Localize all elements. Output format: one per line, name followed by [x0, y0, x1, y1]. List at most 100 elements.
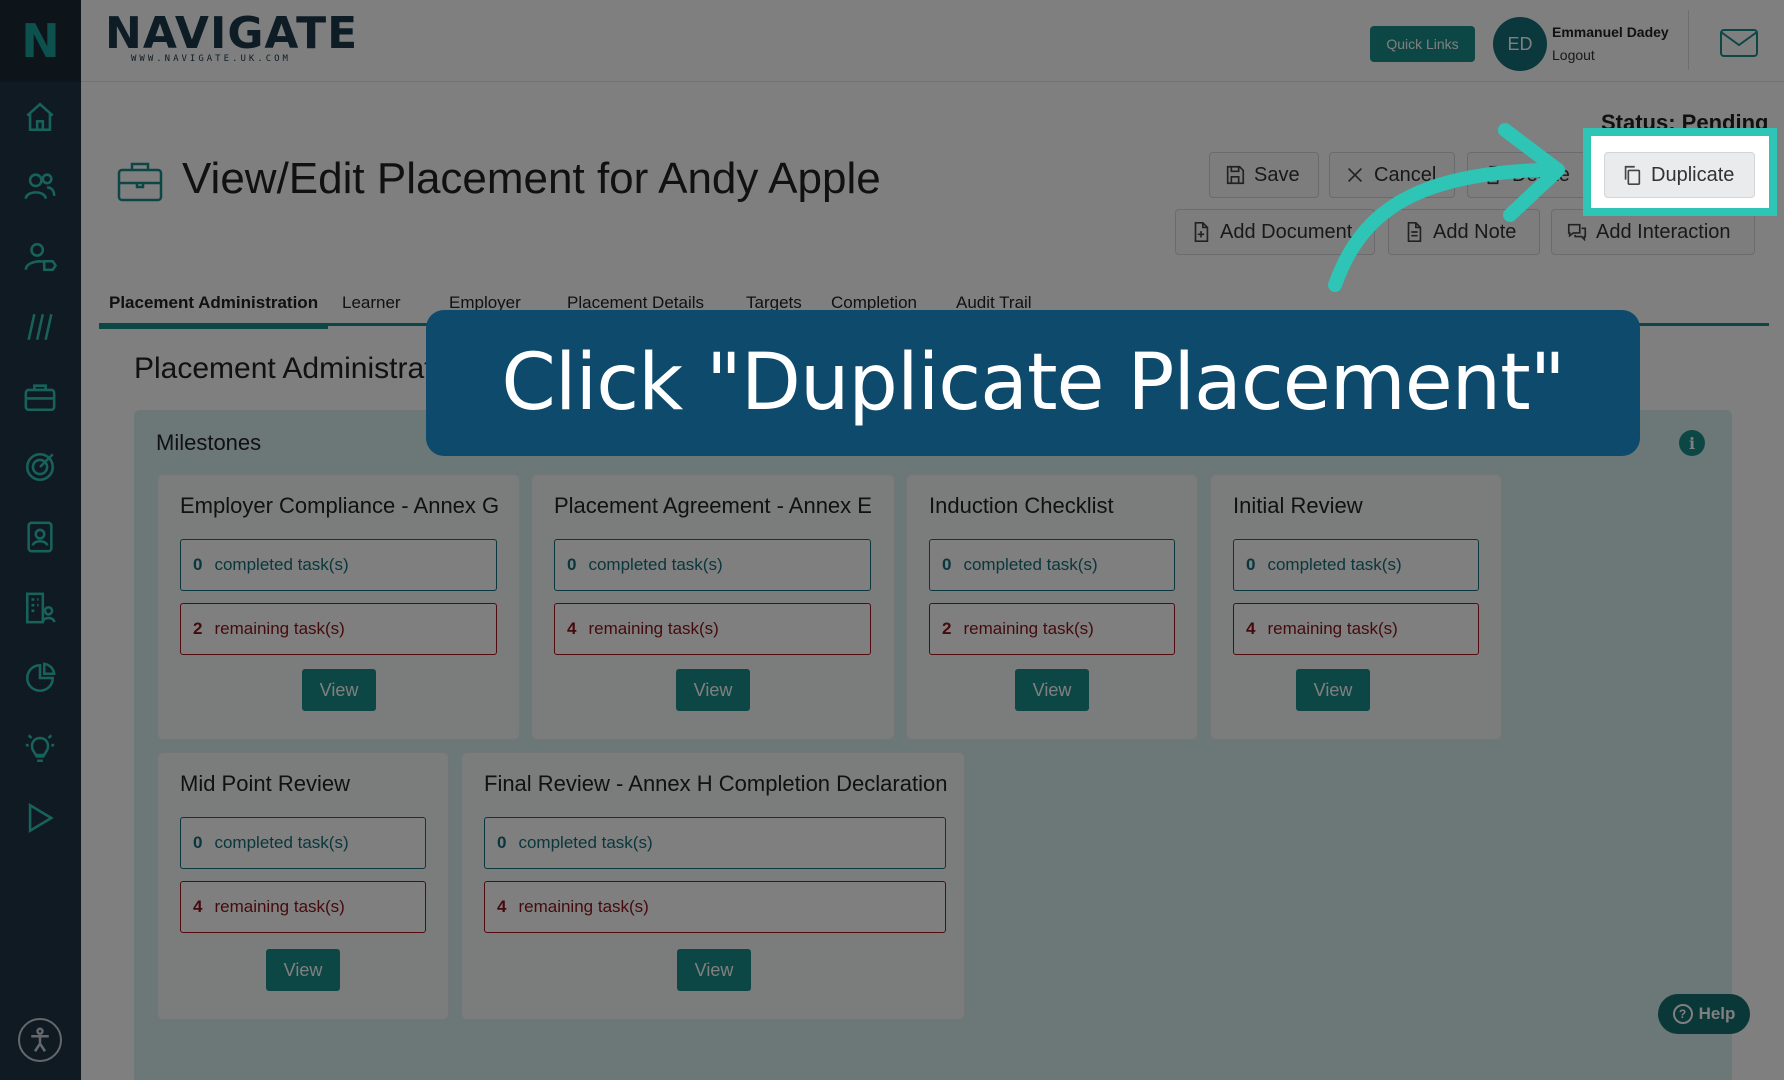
remaining-tasks[interactable]: 2 remaining task(s) [180, 603, 497, 655]
completed-tasks[interactable]: 0 completed task(s) [180, 539, 497, 591]
completed-count: 0 [193, 555, 203, 574]
completed-tasks[interactable]: 0 completed task(s) [484, 817, 946, 869]
tab-placement-administration[interactable]: Placement Administration [99, 280, 329, 329]
view-button[interactable]: View [676, 669, 750, 711]
completed-label: completed task(s) [588, 555, 723, 574]
building-user-icon[interactable] [20, 588, 60, 628]
remaining-tasks[interactable]: 4 remaining task(s) [180, 881, 426, 933]
save-label: Save [1254, 163, 1300, 186]
remaining-label: remaining task(s) [1267, 619, 1398, 638]
slashes-icon[interactable] [20, 307, 60, 347]
milestone-card: Employer Compliance - Annex G 0 complete… [157, 474, 520, 740]
user-tag-icon[interactable] [20, 237, 60, 277]
document-add-icon [1194, 222, 1209, 242]
milestone-title: Mid Point Review [180, 771, 350, 796]
completed-count: 0 [193, 833, 203, 852]
top-header: NAVIGATE WWW.NAVIGATE.UK.COM Quick Links… [81, 0, 1784, 82]
remaining-tasks[interactable]: 4 remaining task(s) [1233, 603, 1479, 655]
briefcase-icon [115, 156, 165, 206]
completed-count: 0 [497, 833, 507, 852]
view-button[interactable]: View [302, 669, 376, 711]
target-icon[interactable] [20, 447, 60, 487]
remaining-count: 2 [193, 619, 203, 638]
brand-name: NAVIGATE [105, 8, 359, 59]
lightbulb-icon[interactable] [20, 728, 60, 768]
info-icon[interactable]: i [1679, 430, 1705, 456]
milestone-title: Initial Review [1233, 493, 1363, 518]
milestone-card: Induction Checklist 0 completed task(s) … [906, 474, 1198, 740]
avatar[interactable]: ED [1493, 17, 1547, 71]
milestone-card: Initial Review 0 completed task(s) 4 rem… [1210, 474, 1502, 740]
remaining-label: remaining task(s) [214, 897, 345, 916]
panel-title: Milestones [156, 430, 262, 455]
duplicate-button[interactable]: Duplicate [1604, 152, 1755, 198]
sidebar-logo[interactable]: N [0, 0, 81, 82]
people-icon[interactable] [20, 166, 60, 206]
remaining-tasks[interactable]: 4 remaining task(s) [484, 881, 946, 933]
completed-label: completed task(s) [214, 555, 349, 574]
completed-label: completed task(s) [1267, 555, 1402, 574]
remaining-label: remaining task(s) [963, 619, 1094, 638]
duplicate-highlight: Duplicate [1583, 128, 1777, 216]
view-button[interactable]: View [1296, 669, 1370, 711]
page-title: View/Edit Placement for Andy Apple [182, 154, 881, 203]
remaining-tasks[interactable]: 4 remaining task(s) [554, 603, 871, 655]
remaining-count: 2 [942, 619, 952, 638]
help-label: Help [1698, 1004, 1736, 1023]
milestone-title: Induction Checklist [929, 493, 1114, 518]
copy-icon [1624, 165, 1641, 185]
instruction-text: Click "Duplicate Placement" [501, 338, 1565, 428]
instruction-callout: Click "Duplicate Placement" [426, 310, 1640, 456]
milestones-panel: Milestones i Employer Compliance - Annex… [134, 410, 1732, 1080]
mail-icon[interactable] [1719, 28, 1759, 58]
header-divider [1688, 10, 1689, 70]
completed-count: 0 [942, 555, 952, 574]
milestone-title: Final Review - Annex H Completion Declar… [484, 771, 948, 796]
brand-logo[interactable]: NAVIGATE WWW.NAVIGATE.UK.COM [105, 8, 359, 65]
accessibility-icon[interactable] [18, 1018, 62, 1062]
remaining-label: remaining task(s) [518, 897, 649, 916]
view-button[interactable]: View [677, 949, 751, 991]
user-name: Emmanuel Dadey [1552, 24, 1669, 40]
logout-link[interactable]: Logout [1552, 47, 1595, 63]
save-icon [1226, 165, 1245, 185]
milestone-card: Mid Point Review 0 completed task(s) 4 r… [157, 752, 449, 1020]
help-button[interactable]: ? Help [1658, 994, 1750, 1034]
completed-label: completed task(s) [214, 833, 349, 852]
briefcase-icon[interactable] [20, 377, 60, 417]
pie-chart-icon[interactable] [20, 658, 60, 698]
completed-tasks[interactable]: 0 completed task(s) [554, 539, 871, 591]
remaining-tasks[interactable]: 2 remaining task(s) [929, 603, 1175, 655]
contact-card-icon[interactable] [20, 517, 60, 557]
completed-count: 0 [567, 555, 577, 574]
completed-tasks[interactable]: 0 completed task(s) [929, 539, 1175, 591]
section-title: Placement Administration [134, 352, 473, 385]
completed-count: 0 [1246, 555, 1256, 574]
milestone-card: Placement Agreement - Annex E 0 complete… [531, 474, 895, 740]
view-button[interactable]: View [1015, 669, 1089, 711]
question-icon: ? [1672, 1004, 1693, 1024]
milestone-title: Employer Compliance - Annex G [180, 493, 500, 518]
completed-label: completed task(s) [518, 833, 653, 852]
milestone-title: Placement Agreement - Annex E [554, 493, 872, 518]
completed-tasks[interactable]: 0 completed task(s) [1233, 539, 1479, 591]
logo-letter: N [21, 14, 60, 68]
remaining-label: remaining task(s) [214, 619, 345, 638]
completed-tasks[interactable]: 0 completed task(s) [180, 817, 426, 869]
completed-label: completed task(s) [963, 555, 1098, 574]
remaining-count: 4 [193, 897, 203, 916]
remaining-label: remaining task(s) [588, 619, 719, 638]
arrow-pointer-icon [1300, 115, 1600, 305]
remaining-count: 4 [1246, 619, 1256, 638]
quick-links-button[interactable]: Quick Links [1370, 26, 1475, 62]
duplicate-label: Duplicate [1651, 163, 1735, 186]
tab-learner[interactable]: Learner [332, 280, 411, 326]
sidebar: N [0, 0, 81, 1080]
home-icon[interactable] [20, 97, 60, 137]
view-button[interactable]: View [266, 949, 340, 991]
play-icon[interactable] [20, 798, 60, 838]
add-interaction-label: Add Interaction [1596, 220, 1731, 243]
remaining-count: 4 [497, 897, 507, 916]
remaining-count: 4 [567, 619, 577, 638]
milestone-card: Final Review - Annex H Completion Declar… [461, 752, 965, 1020]
